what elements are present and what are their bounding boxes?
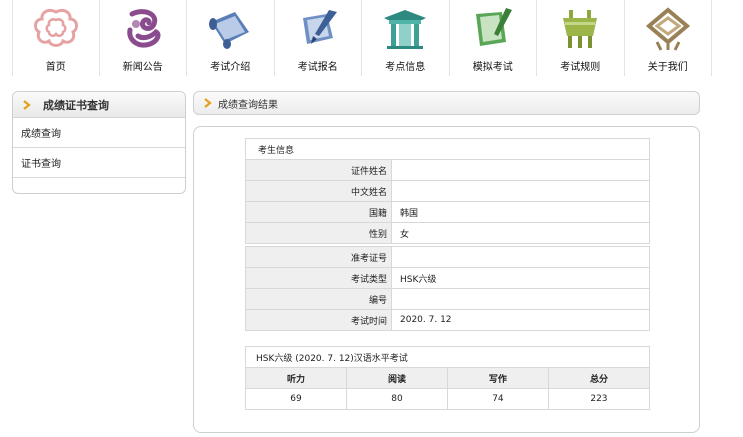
- field-label: 编号: [245, 288, 392, 310]
- table-header-row: 听力 阅读 写作 总分: [245, 367, 651, 389]
- sidebar: 成绩证书查询 成绩查询 证书查询: [12, 91, 186, 194]
- nav-item-exam-intro[interactable]: 考试介绍: [187, 0, 275, 76]
- field-label: 考试时间: [245, 309, 392, 331]
- score-reading: 80: [345, 388, 448, 410]
- field-value: [391, 246, 650, 268]
- knot-icon: [643, 6, 693, 52]
- nav-item-home[interactable]: 首页: [12, 0, 100, 76]
- result-panel: 考生信息 证件姓名 中文姓名 国籍 韩国 性别 女 准考证号 考试类型 HSK六…: [193, 126, 700, 433]
- score-header-writing: 写作: [446, 367, 549, 389]
- table-row: 编号: [245, 288, 650, 310]
- field-label: 中文姓名: [245, 180, 392, 202]
- table-row: 中文姓名: [245, 180, 650, 202]
- nav-item-exam-rules[interactable]: 考试规则: [537, 0, 625, 76]
- table-row: 性别 女: [245, 222, 650, 244]
- table-row: 国籍 韩国: [245, 201, 650, 223]
- score-table-caption: HSK六级 (2020. 7. 12)汉语水平考试: [245, 346, 650, 368]
- field-value: 2020. 7. 12: [391, 309, 650, 331]
- field-value: [391, 288, 650, 310]
- field-label: 性别: [245, 222, 392, 244]
- score-writing: 74: [446, 388, 549, 410]
- top-nav: 首页 新闻公告 考试介绍 考试报名 考点信息 模拟考试 考试规则 关于我们: [12, 0, 736, 76]
- candidate-info-table: 考生信息 证件姓名 中文姓名 国籍 韩国 性别 女 准考证号 考试类型 HSK六…: [245, 138, 650, 331]
- nav-item-about-us[interactable]: 关于我们: [625, 0, 712, 76]
- table-row: 准考证号: [245, 246, 650, 268]
- nav-label: 考试规则: [560, 62, 601, 73]
- nav-item-exam-registration[interactable]: 考试报名: [275, 0, 362, 76]
- score-header-listening: 听力: [245, 367, 347, 389]
- table-row: 证件姓名: [245, 159, 650, 181]
- chevron-right-icon: [23, 99, 31, 110]
- result-title: 成绩查询结果: [218, 99, 278, 111]
- sidebar-item-score-query[interactable]: 成绩查询: [13, 118, 185, 148]
- nav-item-news[interactable]: 新闻公告: [100, 0, 187, 76]
- field-value: HSK六级: [391, 267, 650, 289]
- brush-scroll-icon: [293, 6, 343, 52]
- field-value: [391, 180, 650, 202]
- score-header-total: 总分: [547, 367, 651, 389]
- nav-label: 新闻公告: [122, 62, 163, 73]
- field-value: 韩国: [391, 201, 650, 223]
- nav-item-mock-exam[interactable]: 模拟考试: [450, 0, 537, 76]
- nav-label: 考试报名: [297, 62, 338, 73]
- table-row: 69 80 74 223: [245, 388, 651, 410]
- table-row: 考试类型 HSK六级: [245, 267, 650, 289]
- field-label: 证件姓名: [245, 159, 392, 181]
- nav-label: 首页: [45, 62, 66, 73]
- table-row: 考试时间 2020. 7. 12: [245, 309, 650, 331]
- nav-label: 模拟考试: [472, 62, 513, 73]
- nav-label: 考试介绍: [210, 62, 251, 73]
- score-header-reading: 阅读: [345, 367, 448, 389]
- scroll-icon: [205, 6, 255, 52]
- swirl-dragon-icon: [118, 6, 168, 52]
- nav-label: 关于我们: [647, 62, 688, 73]
- field-label: 考试类型: [245, 267, 392, 289]
- sidebar-header: 成绩证书查询: [13, 92, 185, 118]
- chevron-right-icon: [204, 98, 212, 108]
- nav-item-test-center-info[interactable]: 考点信息: [362, 0, 450, 76]
- field-label: 准考证号: [245, 246, 392, 268]
- pavilion-icon: [380, 6, 430, 52]
- candidate-info-caption: 考生信息: [245, 138, 650, 160]
- score-total: 223: [547, 388, 651, 410]
- score-listening: 69: [245, 388, 347, 410]
- sidebar-item-certificate-query[interactable]: 证书查询: [13, 148, 185, 178]
- field-value: [391, 159, 650, 181]
- result-header: 成绩查询结果: [193, 91, 700, 115]
- field-label: 国籍: [245, 201, 392, 223]
- score-table: HSK六级 (2020. 7. 12)汉语水平考试 听力 阅读 写作 总分 69…: [245, 346, 651, 410]
- field-value: 女: [391, 222, 650, 244]
- bronze-ding-icon: [555, 6, 605, 52]
- nav-label: 考点信息: [385, 62, 426, 73]
- bamboo-scroll-icon: [468, 6, 518, 52]
- ruyi-cloud-icon: [31, 6, 81, 52]
- sidebar-title: 成绩证书查询: [43, 98, 109, 112]
